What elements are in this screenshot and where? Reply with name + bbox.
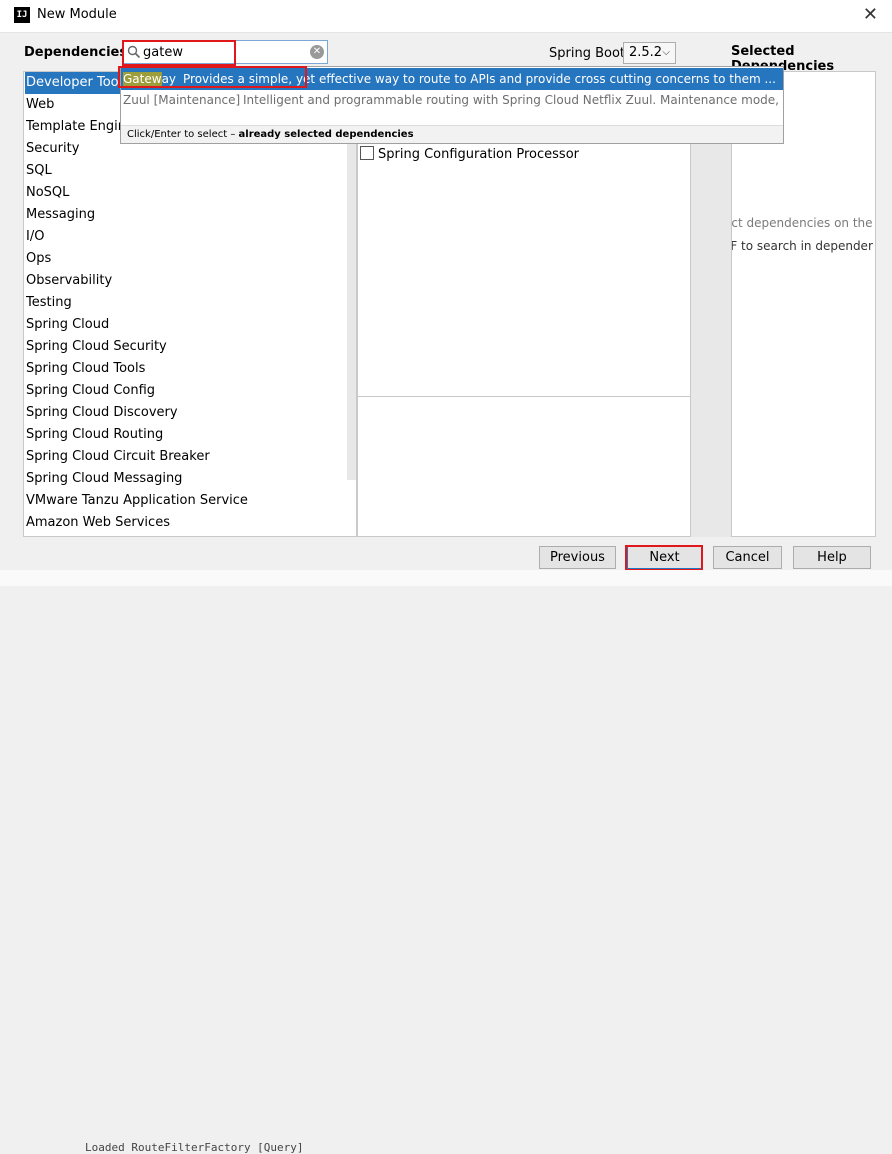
- right-scrollbar[interactable]: [878, 71, 892, 537]
- category-item[interactable]: Observability: [25, 270, 348, 292]
- popup-footer-hint: Click/Enter to select – already selected…: [121, 125, 783, 143]
- previous-button[interactable]: Previous: [539, 546, 616, 569]
- next-highlight-box: [625, 545, 703, 571]
- category-item[interactable]: Spring Cloud Messaging: [25, 468, 348, 490]
- category-item[interactable]: Testing: [25, 292, 348, 314]
- popup-footer-prefix: Click/Enter to select –: [127, 129, 239, 140]
- category-item[interactable]: Spring Cloud Tools: [25, 358, 348, 380]
- background-console-strip: Loaded RouteFilterFactory [Query]: [0, 570, 892, 1154]
- category-item[interactable]: Amazon Web Services: [25, 512, 348, 534]
- clear-icon[interactable]: ✕: [310, 45, 324, 59]
- description-divider: [358, 396, 690, 397]
- intellij-app-icon: IJ: [14, 7, 30, 23]
- title-bar: IJ New Module ✕: [0, 0, 892, 33]
- spring-boot-version-value: 2.5.2: [629, 45, 663, 60]
- result-description: Intelligent and programmable routing wit…: [243, 93, 783, 107]
- dependency-item-label: Spring Configuration Processor: [378, 147, 579, 162]
- gateway-highlight-box: [118, 66, 307, 88]
- category-item[interactable]: Spring Cloud Security: [25, 336, 348, 358]
- category-item[interactable]: Spring Cloud: [25, 314, 348, 336]
- new-module-dialog: IJ New Module ✕ Dependencies ✕ Spring Bo…: [0, 0, 892, 1154]
- category-item[interactable]: Spring Cloud Discovery: [25, 402, 348, 424]
- selected-hint-line1: ect dependencies on the: [731, 216, 873, 230]
- category-item[interactable]: Spring Cloud Config: [25, 380, 348, 402]
- dependency-item[interactable]: Spring Configuration Processor: [360, 146, 579, 162]
- help-button[interactable]: Help: [793, 546, 871, 569]
- chevron-down-icon: ⌵: [662, 47, 670, 58]
- category-item[interactable]: I/O: [25, 226, 348, 248]
- search-result-row[interactable]: Zuul [Maintenance] Intelligent and progr…: [121, 89, 783, 111]
- category-item[interactable]: NoSQL: [25, 182, 348, 204]
- spring-boot-label: Spring Boot: [549, 46, 626, 61]
- result-name: Zuul [Maintenance]: [123, 93, 241, 107]
- category-item[interactable]: Spring Cloud Circuit Breaker: [25, 446, 348, 468]
- selected-hint-line2: -F to search in depender: [731, 239, 873, 253]
- background-console-text: Loaded RouteFilterFactory [Query]: [85, 1141, 304, 1154]
- close-icon[interactable]: ✕: [863, 4, 878, 25]
- category-item[interactable]: Messaging: [25, 204, 348, 226]
- cancel-button[interactable]: Cancel: [713, 546, 782, 569]
- search-highlight-box: [122, 40, 236, 66]
- popup-footer-bold: already selected dependencies: [238, 129, 414, 140]
- category-item[interactable]: VMware Tanzu Application Service: [25, 490, 348, 512]
- category-item[interactable]: Spring Cloud Routing: [25, 424, 348, 446]
- category-item[interactable]: SQL: [25, 160, 348, 182]
- window-title: New Module: [37, 7, 117, 22]
- spring-boot-version-select[interactable]: 2.5.2 ⌵: [623, 42, 676, 64]
- dependencies-label: Dependencies: [24, 45, 128, 60]
- category-item[interactable]: Ops: [25, 248, 348, 270]
- dependency-checkbox[interactable]: [360, 146, 374, 160]
